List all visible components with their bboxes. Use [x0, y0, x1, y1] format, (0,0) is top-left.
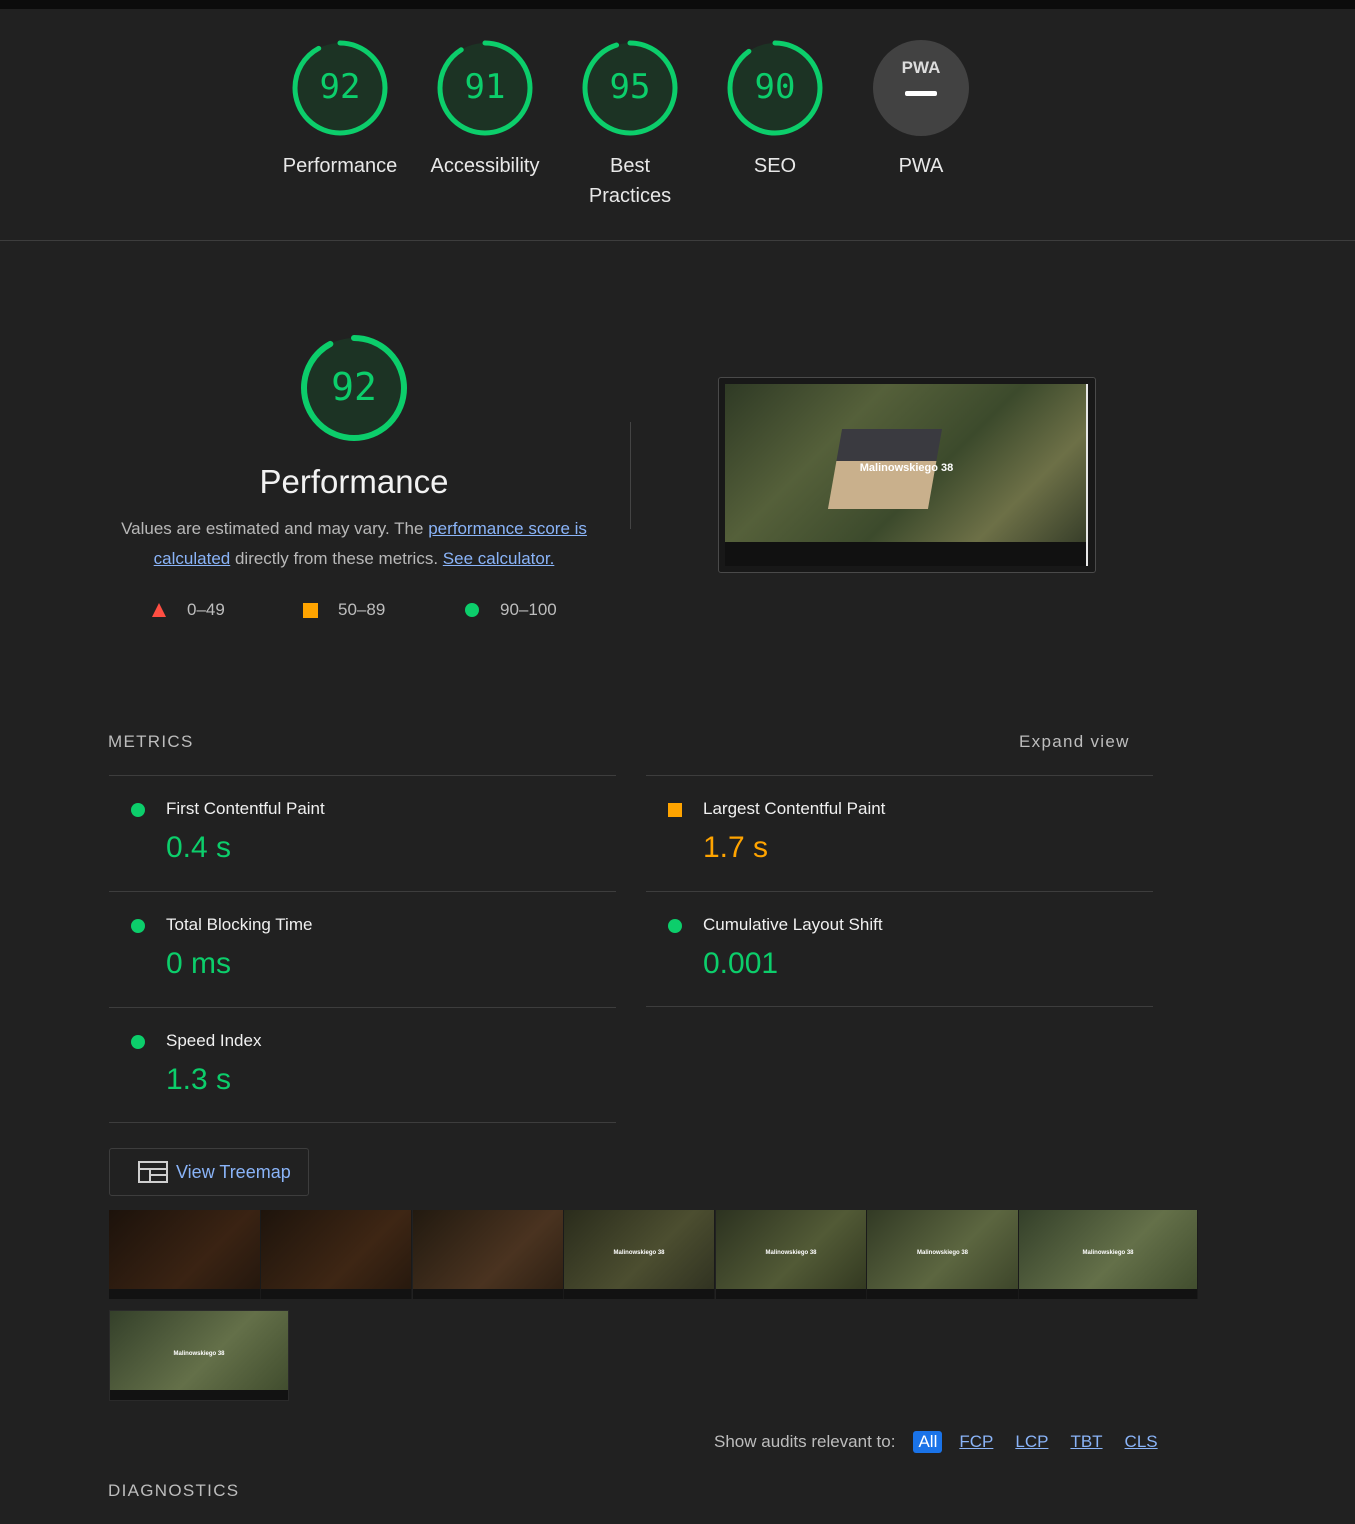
gauge-ring: 90: [727, 40, 823, 136]
gauge-ring: 91: [437, 40, 533, 136]
view-treemap-button[interactable]: View Treemap: [109, 1148, 309, 1196]
gauge-performance[interactable]: 92 Performance: [265, 38, 415, 181]
filter-cls[interactable]: CLS: [1120, 1431, 1163, 1453]
frame-title: Malinowskiego 38: [1082, 1250, 1134, 1256]
filmstrip-frame: Malinowskiego 38: [1019, 1210, 1198, 1299]
gauge-label: Performance: [282, 155, 398, 177]
score-gauges-header: 92 Performance 91 Accessibility 95 Best …: [0, 9, 1355, 241]
legend-pass-label: 90–100: [500, 600, 557, 619]
metric-value: 0 ms: [166, 947, 232, 980]
gauge-score: 91: [465, 67, 506, 107]
gauge-label: Best Practices: [588, 155, 672, 207]
filter-lcp[interactable]: LCP: [1010, 1431, 1053, 1453]
filmstrip-frame: Malinowskiego 38: [867, 1210, 1019, 1299]
metric-label: Largest Contentful Paint: [703, 799, 886, 818]
screenshot-edge: [1086, 384, 1088, 566]
performance-title: Performance: [259, 463, 449, 500]
metric-largest-contentful-paint: Largest Contentful Paint 1.7 s: [646, 775, 1153, 891]
filter-all[interactable]: All: [913, 1431, 943, 1453]
frame-title: Malinowskiego 38: [173, 1351, 225, 1357]
gauge-label: PWA: [898, 155, 944, 177]
frame-title: Malinowskiego 38: [916, 1250, 968, 1256]
green-circle-icon: [131, 919, 145, 933]
green-circle-icon: [131, 803, 145, 817]
desc-text: directly from these metrics.: [230, 549, 443, 568]
gauge-label: SEO: [753, 155, 797, 177]
treemap-icon: [138, 1161, 168, 1183]
metric-cumulative-layout-shift: Cumulative Layout Shift 0.001: [646, 891, 1153, 1007]
gauge-score: 92: [320, 67, 361, 107]
legend-average: 50–89: [303, 600, 385, 620]
metric-label: Total Blocking Time: [166, 915, 313, 934]
metric-value: 1.3 s: [166, 1063, 232, 1096]
filmstrip-frame: Malinowskiego 38: [716, 1210, 867, 1299]
gauge-seo[interactable]: 90 SEO: [700, 38, 850, 181]
performance-big-gauge: 92: [301, 335, 407, 441]
audit-filter: Show audits relevant to: All FCP LCP TBT…: [714, 1431, 1163, 1453]
metric-label: First Contentful Paint: [166, 799, 325, 818]
view-treemap-label: View Treemap: [176, 1161, 291, 1182]
orange-square-icon: [303, 602, 318, 618]
metric-label: Cumulative Layout Shift: [703, 915, 883, 934]
gauge-score: 90: [755, 67, 796, 107]
gauge-ring: 92: [292, 40, 388, 136]
gauge-accessibility[interactable]: 91 Accessibility: [410, 38, 560, 181]
green-circle-icon: [668, 919, 682, 933]
red-triangle-icon: [152, 603, 166, 617]
metrics-divider: [109, 1122, 616, 1123]
metric-total-blocking-time: Total Blocking Time 0 ms: [109, 891, 616, 1007]
filmstrip-frame: Malinowskiego 38: [109, 1310, 289, 1401]
gauge-score: 95: [610, 67, 651, 107]
filter-fcp[interactable]: FCP: [954, 1431, 998, 1453]
final-screenshot[interactable]: Malinowskiego 38: [718, 377, 1096, 573]
legend-fail: 0–49: [151, 600, 225, 620]
gauge-best-practices[interactable]: 95 Best Practices: [555, 38, 705, 211]
performance-score: 92: [331, 365, 377, 409]
metric-speed-index: Speed Index 1.3 s: [109, 1007, 616, 1123]
pwa-badge-icon: PWA: [873, 40, 969, 136]
green-circle-icon: [131, 1035, 145, 1049]
performance-description: Values are estimated and may vary. The p…: [104, 514, 604, 574]
frame-title: Malinowskiego 38: [613, 1250, 665, 1256]
diagnostics-heading: DIAGNOSTICS: [108, 1481, 240, 1500]
filmstrip-frame: [261, 1210, 412, 1299]
metric-value: 0.001: [703, 947, 779, 980]
metric-value: 1.7 s: [703, 831, 769, 864]
audit-filter-label: Show audits relevant to:: [714, 1432, 896, 1451]
gauge-pwa[interactable]: PWA PWA: [846, 38, 996, 181]
screenshot-image: Malinowskiego 38: [725, 384, 1088, 566]
screenshot-site-title: Malinowskiego 38: [859, 462, 954, 474]
metrics-heading: METRICS: [108, 732, 194, 751]
top-bar: [0, 0, 1355, 9]
metric-label: Speed Index: [166, 1031, 262, 1050]
filmstrip-frame: [109, 1210, 261, 1299]
screenshot-footer-bar: [725, 542, 1088, 566]
see-calculator-link[interactable]: See calculator.: [443, 549, 555, 568]
metric-first-contentful-paint: First Contentful Paint 0.4 s: [109, 775, 616, 891]
expand-view-toggle[interactable]: Expand view: [1019, 732, 1130, 752]
metric-value: 0.4 s: [166, 831, 232, 864]
gauge-ring: 95: [582, 40, 678, 136]
filmstrip-frame: Malinowskiego 38: [564, 1210, 715, 1299]
legend-pass: 90–100: [464, 600, 557, 620]
filter-tbt[interactable]: TBT: [1065, 1431, 1107, 1453]
frame-title: Malinowskiego 38: [765, 1250, 817, 1256]
gauge-label: Accessibility: [430, 155, 540, 177]
pwa-badge-text: PWA: [902, 58, 941, 77]
metrics-divider: [646, 1006, 1153, 1007]
legend-average-label: 50–89: [338, 600, 386, 619]
desc-text: Values are estimated and may vary. The: [121, 519, 429, 538]
filmstrip-frame: [413, 1210, 564, 1299]
vertical-divider: [630, 422, 631, 529]
orange-square-icon: [668, 803, 682, 817]
legend-fail-label: 0–49: [187, 600, 225, 619]
green-circle-icon: [465, 603, 479, 617]
